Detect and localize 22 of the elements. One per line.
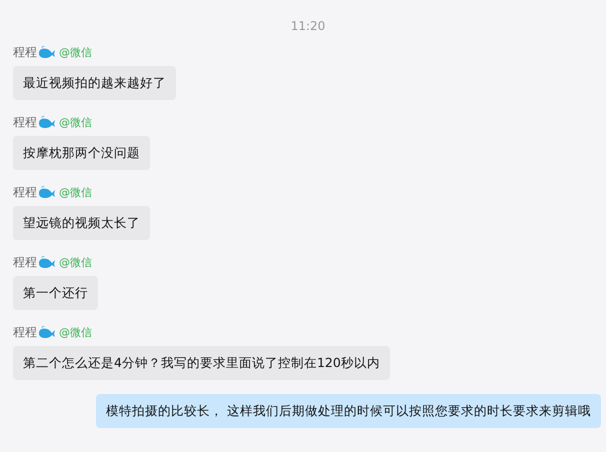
sender-name: 程程 <box>13 324 37 340</box>
sender-name: 程程 <box>13 254 37 270</box>
source-label: @微信 <box>59 114 92 130</box>
whale-icon <box>38 45 56 59</box>
message-bubble: 最近视频拍的越来越好了 <box>13 66 176 100</box>
message-bubble: 第一个还行 <box>13 276 98 310</box>
message-bubble: 望远镜的视频太长了 <box>13 206 150 240</box>
message-bubble: 按摩枕那两个没问题 <box>13 136 150 170</box>
sender-name: 程程 <box>13 184 37 200</box>
whale-icon <box>38 255 56 269</box>
sender-name: 程程 <box>13 44 37 60</box>
source-label: @微信 <box>59 324 92 340</box>
source-label: @微信 <box>59 184 92 200</box>
whale-icon <box>38 115 56 129</box>
source-label: @微信 <box>59 44 92 60</box>
whale-icon <box>38 325 56 339</box>
timestamp: 11:20 <box>290 19 326 35</box>
message-bubble: 第二个怎么还是4分钟？我写的要求里面说了控制在120秒以内 <box>13 346 390 380</box>
source-label: @微信 <box>59 254 92 270</box>
whale-icon <box>38 185 56 199</box>
message-bubble: 模特拍摄的比较长， 这样我们后期做处理的时候可以按照您要求的时长要求来剪辑哦 <box>96 394 601 428</box>
sender-name: 程程 <box>13 114 37 130</box>
